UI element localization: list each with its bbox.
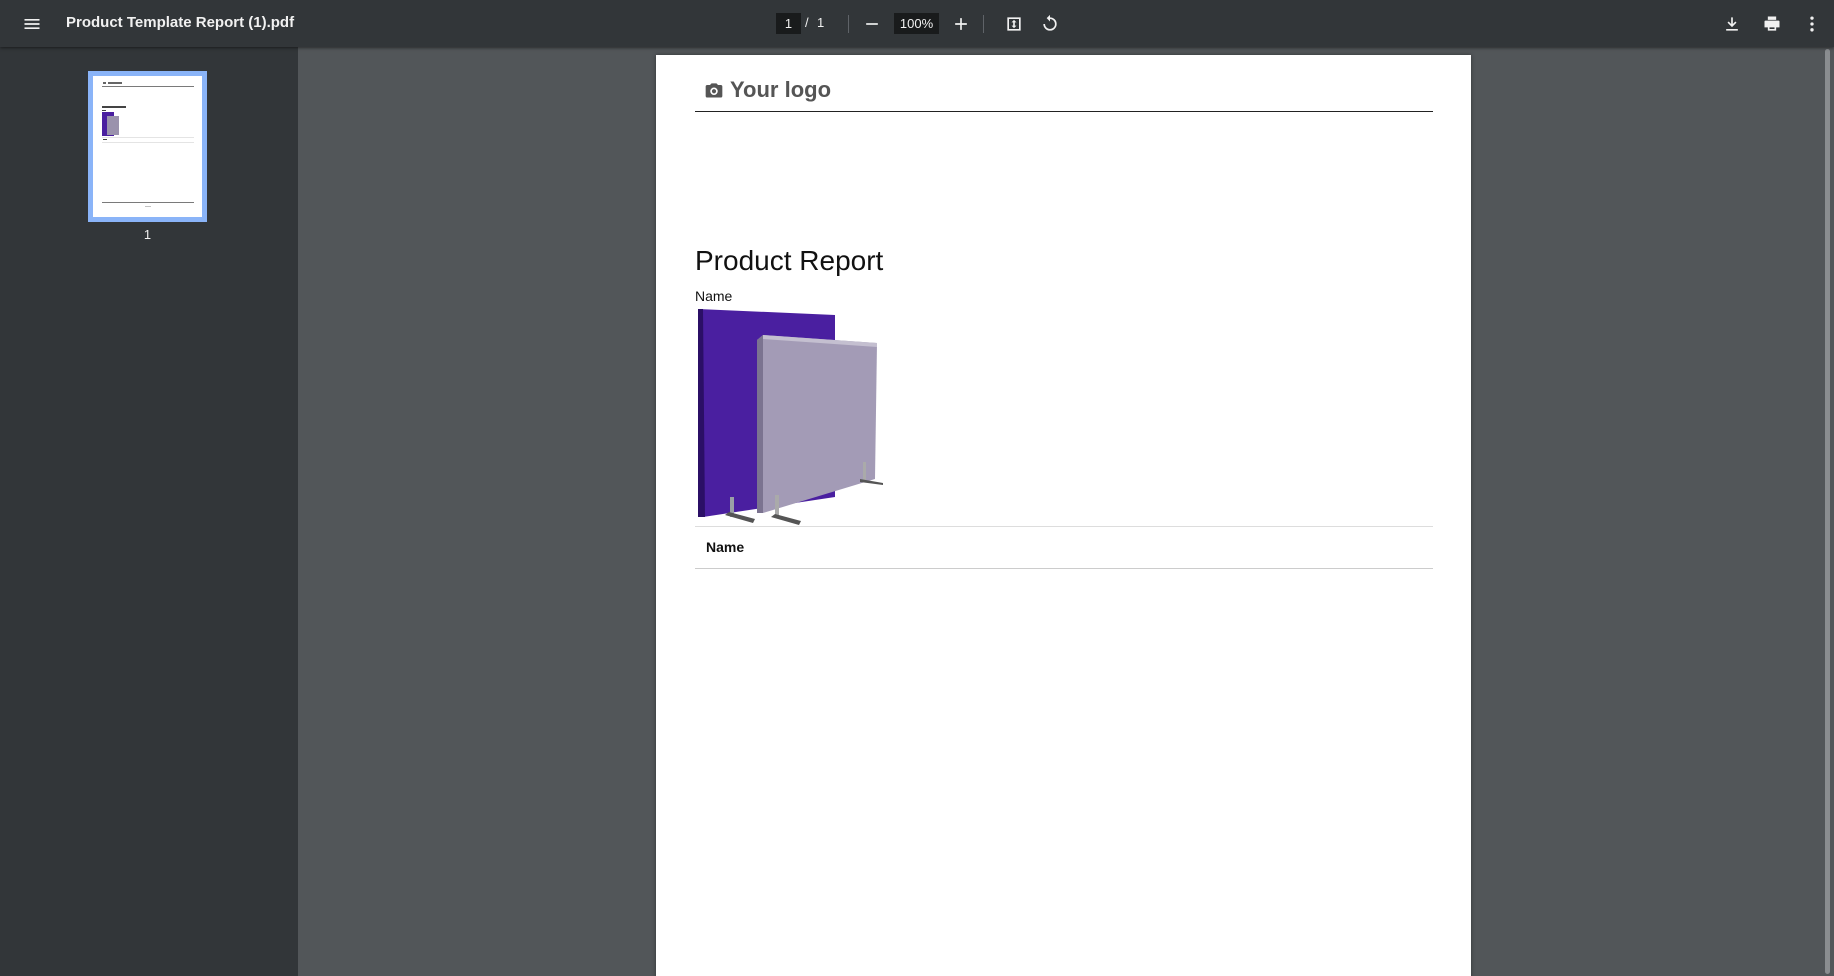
scrollbar-thumb[interactable] [1825, 49, 1830, 974]
page-total: 1 [817, 15, 825, 30]
menu-button[interactable] [16, 8, 48, 40]
page-separator: / [805, 15, 809, 30]
field-label: Name [695, 288, 733, 304]
camera-icon [705, 83, 723, 98]
document-logo: Your logo [704, 77, 831, 103]
fit-page-icon [1007, 17, 1021, 31]
thumbnail-page-number: 1 [143, 227, 152, 242]
rotate-icon [1043, 14, 1057, 31]
page-number-input[interactable] [776, 13, 801, 34]
logo-text: Your logo [730, 77, 832, 102]
more-actions-button[interactable] [1796, 8, 1828, 40]
zoom-in-button[interactable] [945, 8, 977, 40]
zoom-out-icon [866, 23, 878, 25]
document-title: Product Template Report (1).pdf [66, 14, 295, 31]
download-icon [1726, 17, 1738, 31]
download-button[interactable] [1716, 8, 1748, 40]
table-top-border [695, 526, 1433, 527]
toolbar-divider [848, 15, 849, 33]
print-icon [1764, 16, 1780, 31]
table-bottom-border [695, 568, 1433, 569]
pdf-page: Your logo Product Report Name Name [656, 55, 1471, 976]
vertical-scrollbar[interactable] [1822, 47, 1834, 976]
zoom-out-button[interactable] [856, 8, 888, 40]
thumbnail-sidebar: 1 [0, 47, 298, 976]
header-divider [695, 111, 1433, 112]
product-image [698, 309, 883, 525]
print-button[interactable] [1756, 8, 1788, 40]
report-title: Product Report [695, 245, 884, 276]
fit-page-button[interactable] [998, 8, 1030, 40]
toolbar-divider [983, 15, 984, 33]
page-thumbnail-preview [102, 82, 194, 207]
page-thumbnail[interactable] [88, 71, 207, 222]
pdf-toolbar: Product Template Report (1).pdf / 1 [0, 0, 1834, 47]
zoom-input[interactable] [894, 13, 939, 34]
table-header-name: Name [706, 539, 745, 555]
menu-icon [24, 19, 40, 29]
more-vert-icon [1810, 16, 1814, 32]
zoom-in-icon [955, 18, 967, 30]
rotate-button[interactable] [1034, 8, 1066, 40]
